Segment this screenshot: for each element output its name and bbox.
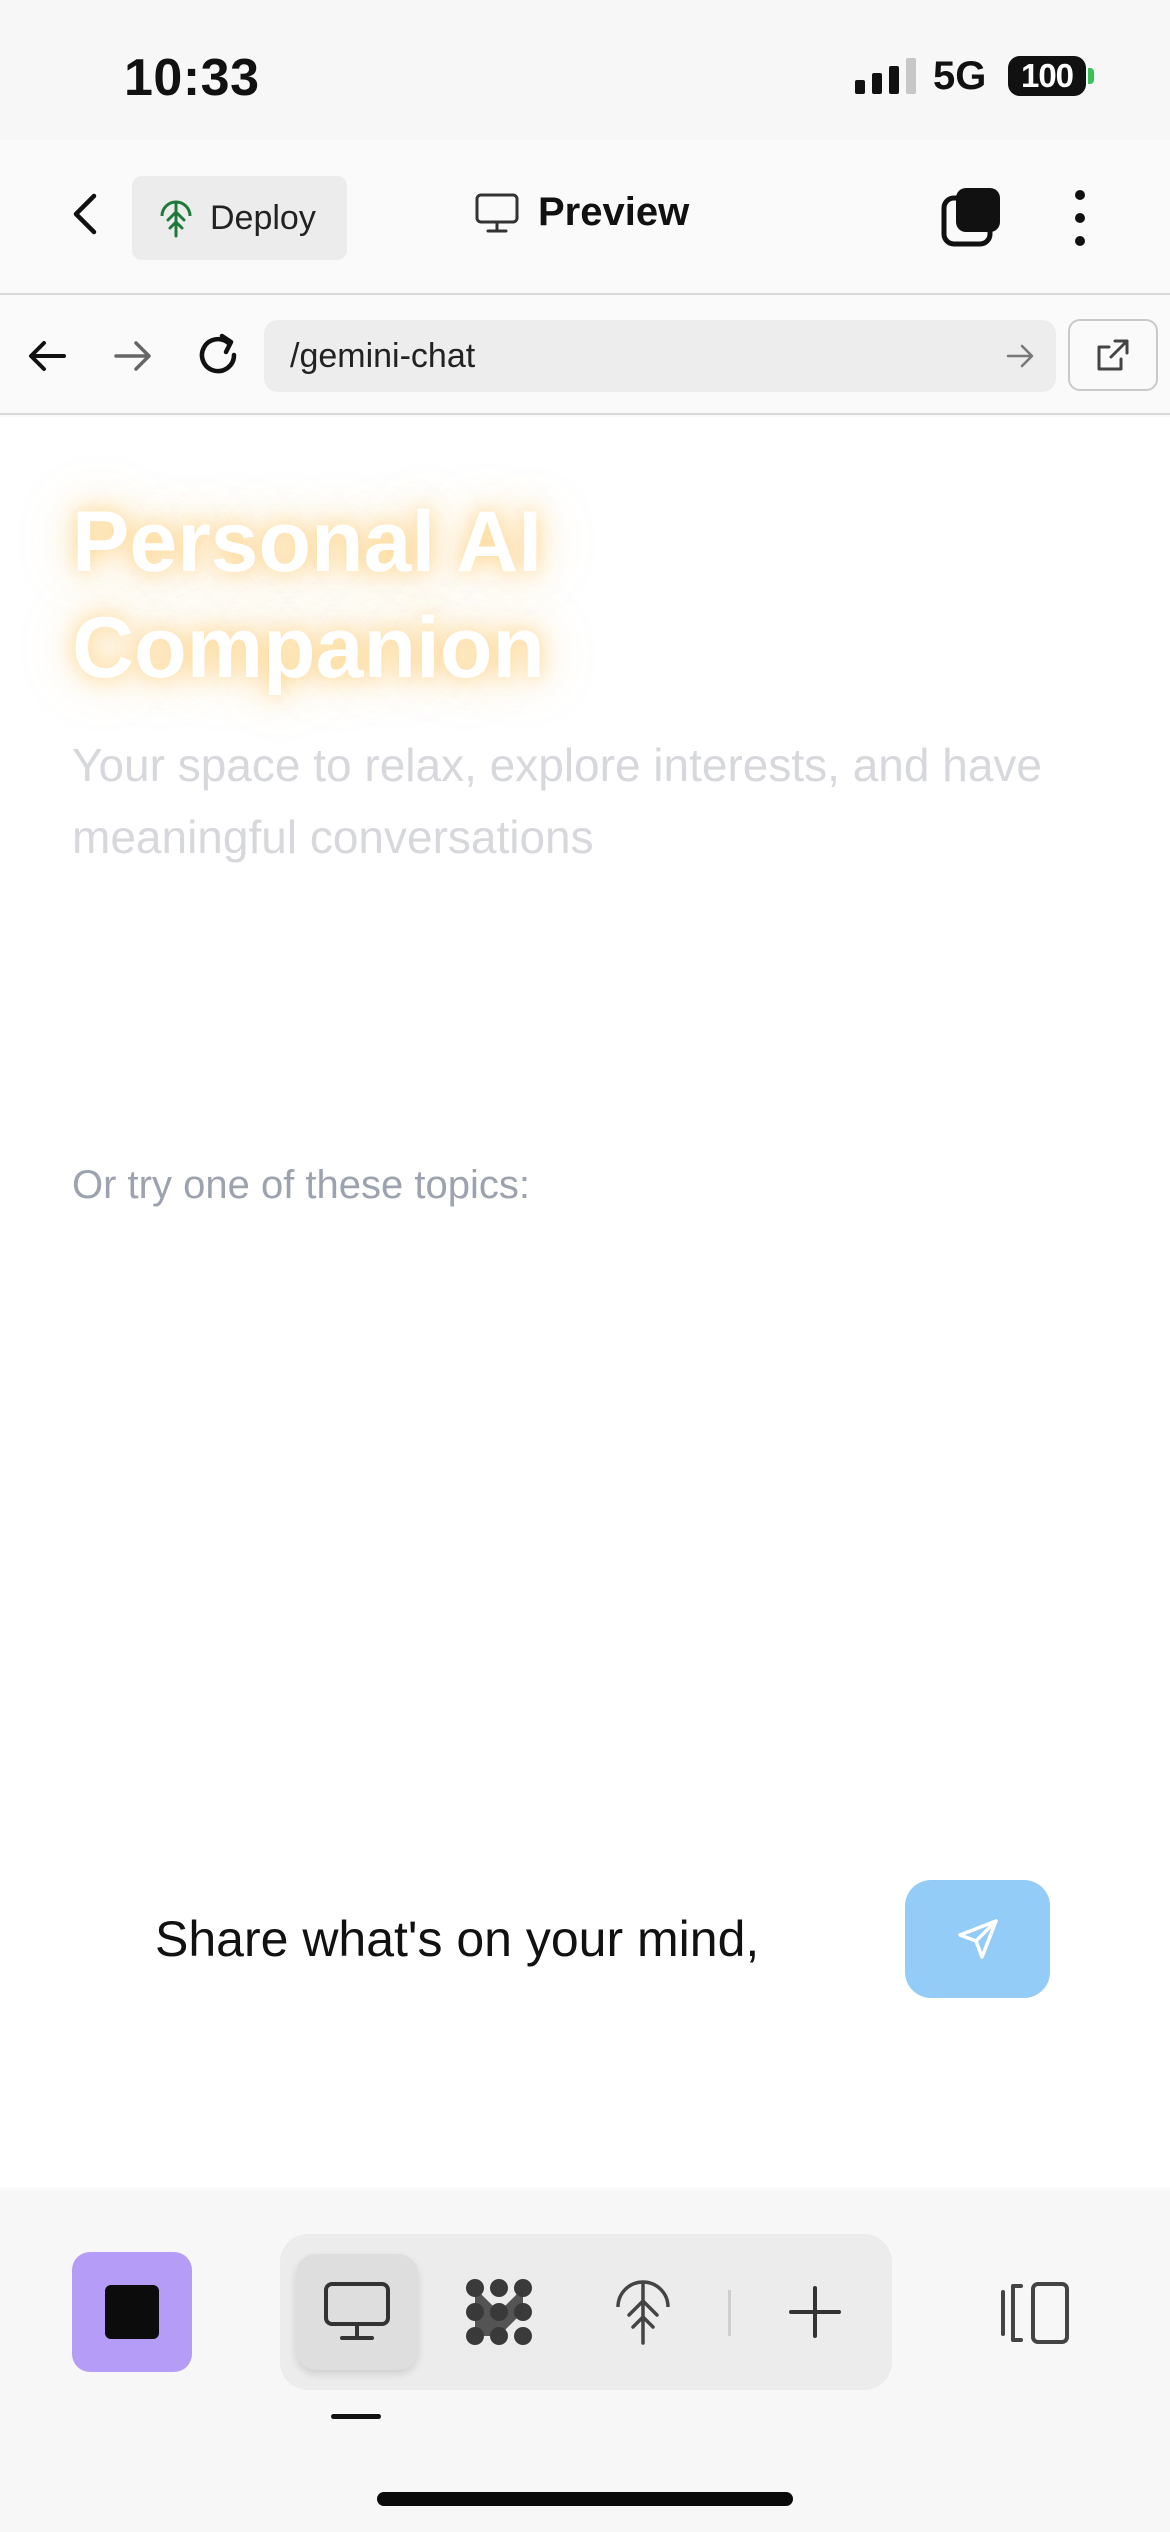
page-subtitle: Your space to relax, explore interests, … [72, 739, 1042, 863]
status-bar: 10:33 5G 100 [0, 0, 1170, 140]
side-panel-icon [1001, 2282, 1069, 2344]
stop-button[interactable] [72, 2252, 192, 2372]
active-tab-indicator [331, 2414, 381, 2419]
app-screen: 10:33 5G 100 Deploy Preview /gemini-chat… [0, 0, 1170, 2532]
nodes-icon [466, 2279, 532, 2345]
deploy-tree-icon [616, 2280, 670, 2345]
reload-icon [199, 333, 237, 374]
battery-tip [1088, 68, 1094, 84]
go-arrow-icon[interactable] [1002, 338, 1038, 374]
cellular-signal-icon [855, 58, 916, 94]
toolbar-divider [728, 2290, 731, 2336]
open-external-button[interactable] [1068, 319, 1158, 391]
send-icon [957, 1919, 998, 1959]
stop-icon [105, 2285, 159, 2339]
arrow-right-icon [114, 341, 151, 371]
reload-button[interactable] [190, 327, 246, 383]
monitor-icon [475, 193, 519, 232]
tabs-icon [941, 188, 1000, 247]
page-title: Personal AI Companion [72, 489, 545, 701]
deploy-button[interactable]: Deploy [132, 176, 347, 260]
view-switcher [280, 2234, 892, 2390]
deploy-tree-icon [160, 200, 192, 238]
topics-label: Or try one of these topics: [72, 1163, 530, 1207]
url-text: /gemini-chat [290, 336, 476, 375]
external-link-icon [1097, 339, 1129, 371]
page-title-line-1: Personal AI [72, 494, 542, 590]
preview-label: Preview [538, 190, 690, 234]
arrow-left-icon [29, 341, 66, 371]
side-panel-button[interactable] [995, 2278, 1075, 2348]
status-time: 10:33 [124, 49, 260, 107]
deploy-label: Deploy [210, 198, 316, 237]
battery-level: 100 [1008, 56, 1086, 96]
browser-bar: /gemini-chat [0, 297, 1170, 415]
browser-forward-button[interactable] [108, 331, 158, 381]
network-type: 5G [933, 54, 987, 98]
app-header: Deploy Preview [0, 140, 1170, 295]
url-field[interactable]: /gemini-chat [264, 320, 1056, 392]
preview-tab[interactable]: Preview [474, 190, 689, 235]
deploy-view-button[interactable] [582, 2254, 704, 2370]
page-title-line-2: Companion [72, 600, 545, 696]
preview-view-button[interactable] [296, 2254, 418, 2370]
canvas-view-button[interactable] [438, 2254, 560, 2370]
more-options-button[interactable] [1060, 184, 1100, 252]
chevron-left-icon [73, 193, 97, 235]
browser-back-button[interactable] [22, 331, 72, 381]
bottom-toolbar [0, 2190, 1170, 2532]
home-indicator[interactable] [377, 2492, 793, 2506]
send-button[interactable] [905, 1880, 1050, 1998]
add-button[interactable] [754, 2254, 876, 2370]
tabs-button[interactable] [940, 186, 1004, 250]
web-content: Personal AI Companion Your space to rela… [0, 417, 1170, 2187]
plus-icon [789, 2286, 841, 2338]
back-button[interactable] [56, 184, 116, 244]
monitor-icon [324, 2282, 390, 2340]
message-input[interactable]: Share what's on your mind, [155, 1897, 795, 1987]
more-vertical-icon [1075, 190, 1085, 200]
